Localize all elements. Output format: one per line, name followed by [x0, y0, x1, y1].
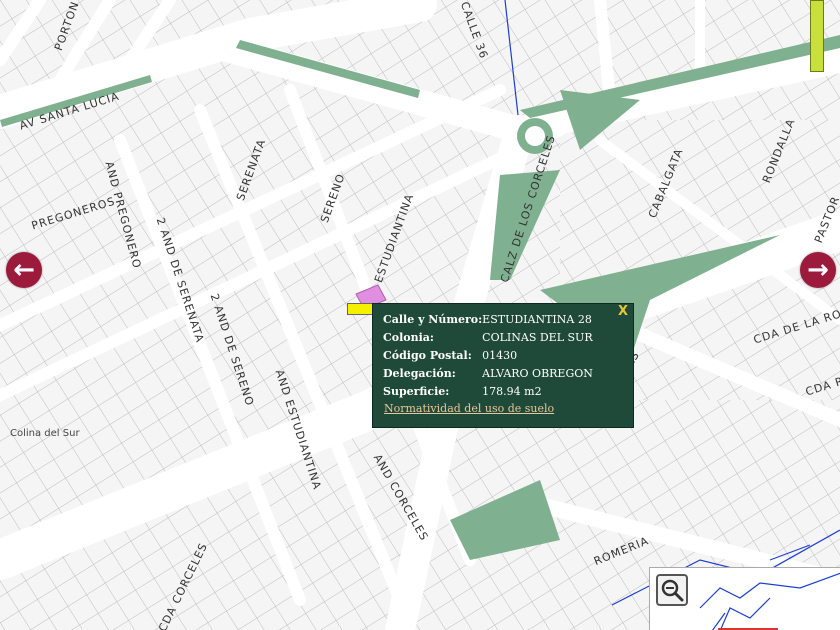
- map-viewport[interactable]: PORTON AV SANTA LUCIA CALLE 36 PREGONERO…: [0, 0, 840, 630]
- close-button[interactable]: X: [618, 304, 628, 319]
- location-marker[interactable]: [347, 303, 375, 315]
- info-value: 01430: [482, 349, 518, 362]
- info-row: Delegación: ALVARO OBREGON: [383, 367, 593, 385]
- magnifier-icon: [661, 579, 684, 602]
- info-value: ALVARO OBREGON: [482, 367, 593, 380]
- land-use-link[interactable]: Normatividad del uso de suelo: [384, 402, 554, 415]
- overview-map[interactable]: [649, 567, 840, 630]
- info-row: Superficie: 178.94 m2: [383, 385, 593, 403]
- pan-left-button[interactable]: ←: [6, 252, 42, 288]
- info-value: ESTUDIANTINA 28: [482, 313, 592, 326]
- pan-right-button[interactable]: →: [800, 252, 836, 288]
- arrow-left-icon: ←: [13, 255, 35, 285]
- info-value: COLINAS DEL SUR: [482, 331, 593, 344]
- info-value: 178.94 m2: [482, 385, 542, 398]
- info-row: Calle y Número: ESTUDIANTINA 28: [383, 313, 593, 331]
- zoom-button[interactable]: [656, 574, 688, 606]
- info-key: Superficie:: [383, 385, 450, 398]
- parcel-info-popup: X Calle y Número: ESTUDIANTINA 28 Colonia…: [372, 303, 634, 428]
- info-key: Colonia:: [383, 331, 434, 344]
- arrow-right-icon: →: [807, 255, 829, 285]
- map-scroll-handle[interactable]: [810, 0, 824, 72]
- info-key: Calle y Número:: [383, 313, 483, 326]
- info-row: Colonia: COLINAS DEL SUR: [383, 331, 593, 349]
- colony-label: Colina del Sur: [10, 428, 80, 439]
- parcel-info-table: Calle y Número: ESTUDIANTINA 28 Colonia: C…: [383, 313, 593, 403]
- info-key: Delegación:: [383, 367, 456, 380]
- info-row: Código Postal: 01430: [383, 349, 593, 367]
- info-key: Código Postal:: [383, 349, 472, 362]
